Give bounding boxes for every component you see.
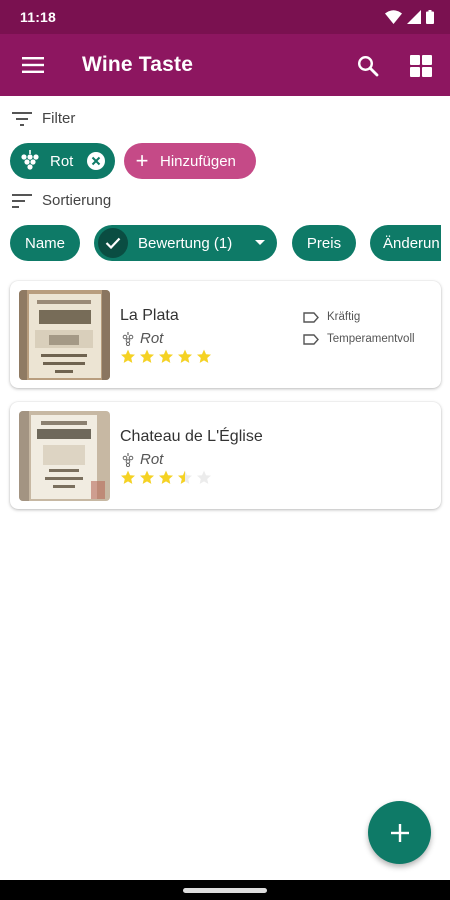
tag-item: Temperamentvoll — [303, 328, 415, 350]
star-empty-icon — [197, 470, 211, 484]
add-icon: + — [135, 148, 149, 173]
close-icon[interactable] — [87, 152, 105, 170]
filter-icon — [12, 111, 32, 126]
home-gesture-handle[interactable] — [183, 888, 267, 893]
sort-chip-changed[interactable]: Änderun — [370, 225, 441, 261]
star-filled-icon — [121, 349, 135, 363]
tag-item: Kräftig — [303, 306, 415, 328]
sort-chip-label: Änderun — [383, 234, 440, 252]
wine-name: La Plata — [120, 307, 179, 324]
wine-card[interactable]: La Plata Rot Kräftig Temperamentvoll — [10, 281, 441, 388]
wine-name: Chateau de L'Église — [120, 428, 263, 445]
status-icons — [385, 10, 434, 24]
wine-tags: Kräftig Temperamentvoll — [303, 306, 415, 350]
check-icon — [98, 228, 128, 258]
sort-chip-rating[interactable]: Bewertung (1) — [94, 225, 277, 261]
add-filter-button[interactable]: + Hinzufügen — [124, 143, 256, 179]
star-filled-icon — [140, 349, 154, 363]
star-filled-icon — [140, 470, 154, 484]
star-filled-icon — [159, 470, 173, 484]
add-wine-button[interactable] — [368, 801, 431, 864]
star-filled-icon — [159, 349, 173, 363]
sort-chip-row: Name Bewertung (1) Preis Änderun — [0, 220, 441, 266]
battery-icon — [426, 10, 434, 24]
wine-label-image — [19, 411, 110, 501]
wine-label-image — [19, 290, 110, 380]
wine-card[interactable]: Chateau de L'Église Rot — [10, 402, 441, 509]
search-icon[interactable] — [355, 53, 381, 79]
grapes-icon — [122, 452, 134, 467]
sort-chip-name[interactable]: Name — [10, 225, 80, 261]
sort-chip-price[interactable]: Preis — [292, 225, 356, 261]
wine-type: Rot — [122, 451, 163, 468]
grapes-icon — [21, 150, 39, 170]
wifi-icon — [385, 10, 402, 24]
rating-stars — [120, 470, 212, 485]
filter-section-label: Filter — [12, 110, 75, 127]
sort-chip-label: Bewertung (1) — [138, 234, 233, 252]
sort-section-label: Sortierung — [12, 192, 111, 209]
star-filled-icon — [178, 349, 192, 363]
menu-icon[interactable] — [20, 53, 46, 77]
chevron-down-icon — [255, 240, 265, 245]
rating-stars — [120, 349, 212, 364]
wine-type-label: Rot — [140, 330, 164, 347]
grid-view-icon[interactable] — [408, 53, 434, 79]
add-icon — [390, 823, 409, 842]
filter-chip-label: Rot — [50, 152, 74, 170]
status-time: 11:18 — [20, 9, 57, 25]
wine-type-label: Rot — [140, 451, 164, 468]
star-filled-icon — [197, 349, 211, 363]
add-filter-label: Hinzufügen — [160, 152, 236, 170]
cell-signal-icon — [407, 10, 421, 24]
filter-label: Filter — [42, 110, 76, 127]
tag-label: Temperamentvoll — [327, 333, 415, 345]
sort-chip-label: Preis — [306, 234, 342, 252]
sort-icon — [12, 193, 32, 208]
star-filled-icon — [121, 470, 135, 484]
sort-chip-label: Name — [24, 234, 65, 252]
tag-label: Kräftig — [327, 311, 361, 323]
star-half-icon — [178, 470, 192, 484]
grapes-icon — [122, 331, 134, 346]
app-title: Wine Taste — [82, 53, 194, 76]
wine-type: Rot — [122, 330, 163, 347]
tag-icon — [303, 333, 319, 345]
app-bar: Wine Taste — [0, 34, 450, 96]
status-bar: 11:18 — [0, 0, 450, 34]
filter-chip-rot[interactable]: Rot — [10, 143, 115, 179]
tag-icon — [303, 311, 319, 323]
sort-label: Sortierung — [42, 192, 112, 209]
